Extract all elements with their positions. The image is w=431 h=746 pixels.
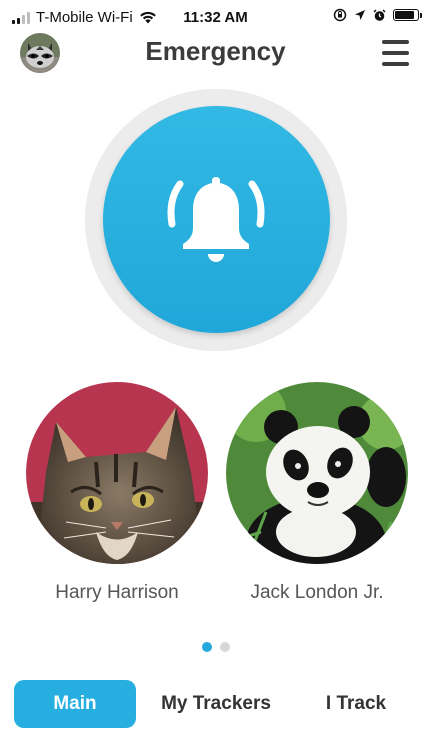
panda-photo-icon — [226, 382, 408, 564]
contact-card[interactable]: Harry Harrison — [26, 382, 208, 604]
bell-alarm-icon — [167, 177, 265, 262]
cat-photo-icon — [26, 382, 208, 564]
page-title: Emergency — [145, 36, 286, 66]
screen-lock-rotation-icon — [333, 8, 347, 22]
contact-card[interactable]: Jack London Jr. — [226, 382, 408, 604]
contact-name: Jack London Jr. — [250, 582, 384, 603]
status-right — [333, 8, 422, 22]
location-arrow-icon — [355, 10, 365, 20]
tab-my-trackers[interactable]: My Trackers — [150, 680, 282, 728]
status-bar: T-Mobile Wi-Fi 11:32 AM — [0, 0, 431, 36]
alarm-clock-icon — [373, 8, 386, 21]
tab-i-track[interactable]: I Track — [300, 680, 412, 728]
battery-icon — [393, 9, 422, 21]
tab-main[interactable]: Main — [14, 680, 136, 728]
battery-fill — [395, 11, 414, 19]
page-indicator — [0, 642, 431, 652]
page-dot-2[interactable] — [219, 642, 230, 652]
contact-name: Harry Harrison — [55, 582, 179, 603]
page-dot-1[interactable] — [201, 642, 212, 652]
bottom-tab-bar: Main My Trackers I Track — [0, 680, 431, 728]
hamburger-menu-icon[interactable] — [382, 40, 409, 66]
